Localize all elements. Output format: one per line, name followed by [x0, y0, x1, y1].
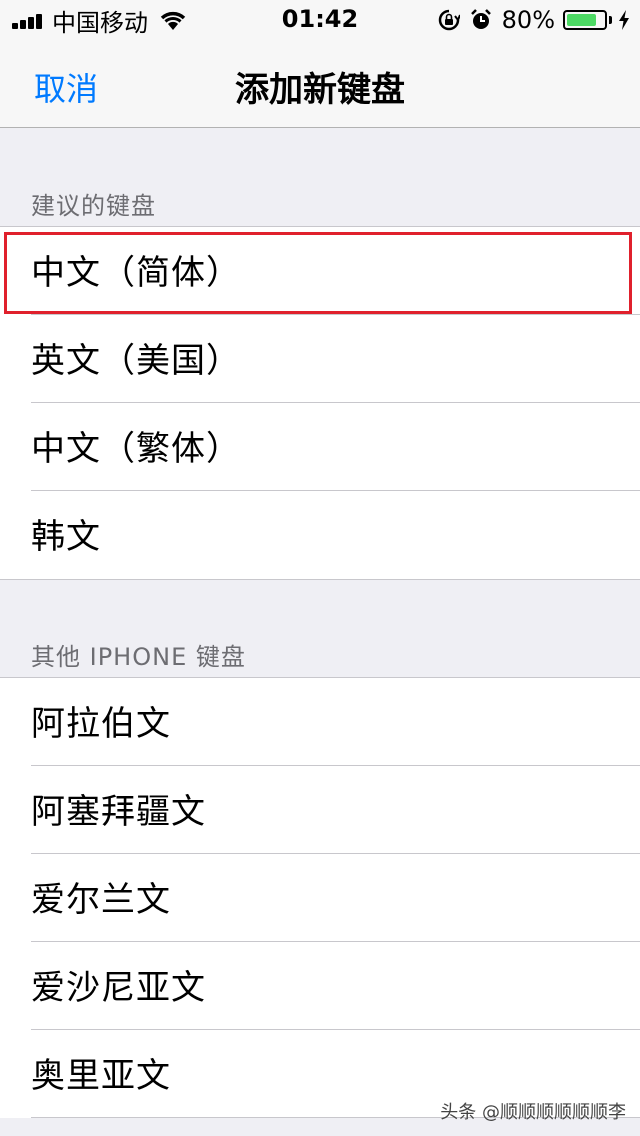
battery-percent: 80% — [501, 6, 555, 34]
watermark: 头条 @顺顺顺顺顺顺李 — [440, 1102, 626, 1123]
keyboard-item-azerbaijani[interactable]: 阿塞拜疆文 — [0, 766, 640, 854]
keyboard-item-label: 韩文 — [31, 517, 101, 557]
charging-icon — [619, 10, 629, 30]
battery-cap — [609, 16, 612, 24]
status-bar: 中国移动 01:42 80% — [0, 0, 640, 40]
navigation-bar: 取消 添加新键盘 — [0, 40, 640, 128]
alarm-icon — [470, 9, 491, 29]
keyboard-item-label: 爱沙尼亚文 — [31, 968, 206, 1008]
keyboard-item-label: 中文（简体） — [31, 253, 241, 293]
keyboard-item-label: 阿拉伯文 — [31, 704, 171, 744]
keyboard-item-korean[interactable]: 韩文 — [0, 491, 640, 579]
section-header-suggested: 建议的键盘 — [31, 192, 156, 220]
keyboard-item-label: 奥里亚文 — [31, 1056, 171, 1096]
rotation-lock-icon — [438, 9, 460, 31]
section-header-other: 其他 IPHONE 键盘 — [31, 643, 246, 671]
keyboard-item-label: 英文（美国） — [31, 341, 241, 381]
status-right: 80% — [438, 6, 630, 34]
other-keyboard-list: 阿拉伯文 阿塞拜疆文 爱尔兰文 爱沙尼亚文 奥里亚文 — [0, 677, 640, 1118]
keyboard-item-label: 阿塞拜疆文 — [31, 792, 206, 832]
keyboard-item-arabic[interactable]: 阿拉伯文 — [0, 678, 640, 766]
battery-fill — [567, 14, 596, 26]
suggested-keyboard-list: 中文（简体） 英文（美国） 中文（繁体） 韩文 — [0, 226, 640, 580]
keyboard-item-chinese-simplified[interactable]: 中文（简体） — [0, 227, 640, 315]
keyboard-item-label: 爱尔兰文 — [31, 880, 171, 920]
keyboard-item-label: 中文（繁体） — [31, 429, 241, 469]
battery-icon — [563, 10, 607, 30]
keyboard-item-estonian[interactable]: 爱沙尼亚文 — [0, 942, 640, 1030]
page-title: 添加新键盘 — [235, 70, 405, 110]
keyboard-item-english-us[interactable]: 英文（美国） — [0, 315, 640, 403]
keyboard-item-chinese-traditional[interactable]: 中文（繁体） — [0, 403, 640, 491]
keyboard-item-irish[interactable]: 爱尔兰文 — [0, 854, 640, 942]
